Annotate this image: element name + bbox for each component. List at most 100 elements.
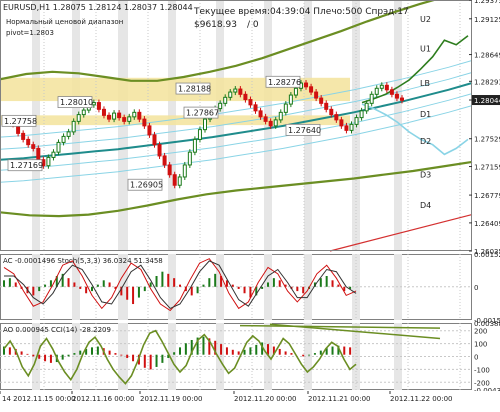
cci-line bbox=[3, 329, 357, 385]
candle-body bbox=[314, 91, 319, 99]
price-tick-label: 1.28293 bbox=[474, 78, 500, 86]
candle-body bbox=[187, 151, 192, 166]
candle-body bbox=[293, 87, 298, 96]
ao-tick-label: 100 bbox=[474, 341, 487, 349]
candle-body bbox=[248, 99, 253, 106]
candle-body bbox=[228, 91, 233, 98]
pivot-level-label: D1 bbox=[420, 110, 431, 119]
candle-body bbox=[400, 97, 404, 101]
session-stripe bbox=[168, 0, 176, 251]
candle-body bbox=[203, 118, 207, 131]
price-tick-label: 1.26409 bbox=[474, 220, 500, 228]
ac-tick-label: 0.00152 bbox=[474, 251, 500, 259]
candle-body bbox=[283, 103, 288, 113]
ac-tick-label: 0 bbox=[474, 284, 478, 292]
candle-body bbox=[76, 114, 81, 122]
candle-body bbox=[157, 144, 162, 157]
candle-body bbox=[197, 129, 202, 140]
candle-body bbox=[132, 111, 137, 118]
candle-body bbox=[319, 97, 324, 104]
ao-tick-label: 200 bbox=[474, 328, 487, 336]
candle-body bbox=[379, 84, 384, 89]
time-tick-label: 2012.11.16 00:00 bbox=[72, 395, 134, 403]
candle-body bbox=[334, 114, 339, 121]
candle-body bbox=[384, 84, 389, 91]
candle-body bbox=[56, 141, 61, 153]
candle-body bbox=[112, 112, 117, 120]
candle-body bbox=[101, 108, 106, 116]
candle-body bbox=[304, 82, 309, 88]
status-time: Текущее время:04:39:04 Плечо:500 Спрэд:1… bbox=[193, 7, 409, 17]
candle-body bbox=[162, 155, 167, 166]
candle-body bbox=[238, 88, 243, 95]
price-tick-label: 1.27529 bbox=[474, 136, 500, 144]
candle-body bbox=[339, 119, 344, 127]
candle-body bbox=[167, 164, 172, 176]
price-annotation-label: 1.27867 bbox=[186, 109, 219, 118]
candle-body bbox=[218, 102, 223, 110]
candle-body bbox=[309, 86, 314, 93]
candle-body bbox=[268, 120, 273, 127]
candle-body bbox=[329, 108, 334, 116]
candle-body bbox=[253, 104, 258, 112]
candle-body bbox=[369, 93, 374, 104]
candle-body bbox=[258, 110, 263, 118]
price-annotation-label: 1.27758 bbox=[4, 117, 37, 126]
candle-body bbox=[152, 134, 157, 146]
pivot-level-label: LB bbox=[420, 79, 430, 88]
candle-body bbox=[394, 93, 399, 99]
candle-body bbox=[359, 110, 364, 119]
candle-body bbox=[127, 116, 132, 122]
candle-body bbox=[354, 117, 359, 125]
pivot-label: pivot=1.2803 bbox=[6, 29, 54, 37]
candle-body bbox=[223, 96, 228, 104]
ao-tick-label: 0 bbox=[474, 354, 478, 362]
price-annotation-label: 1.27640 bbox=[288, 126, 321, 135]
candle-body bbox=[288, 94, 293, 105]
candle-body bbox=[51, 151, 56, 158]
ao-cci-title: AO 0.000945 CCI(14) -28.2209 bbox=[3, 326, 111, 334]
candle-body bbox=[117, 112, 122, 119]
price-annotation-label: 1.28010 bbox=[60, 98, 93, 107]
candle-body bbox=[349, 123, 354, 131]
candle-body bbox=[263, 116, 268, 122]
candle-body bbox=[107, 114, 112, 120]
candle-body bbox=[21, 132, 26, 140]
account-balance: $9618.93 bbox=[194, 20, 237, 30]
time-tick-label: 2012.11.22 00:00 bbox=[390, 395, 452, 403]
candle-body bbox=[147, 125, 152, 136]
candle-body bbox=[26, 138, 31, 146]
candle-body bbox=[122, 117, 127, 122]
candle-body bbox=[71, 120, 76, 133]
candle-body bbox=[36, 147, 41, 161]
indicator-title: Нормальный ценовой диапазон bbox=[6, 18, 123, 26]
ao-tick-label: -100 bbox=[474, 366, 490, 374]
candle-body bbox=[177, 176, 182, 186]
candle-body bbox=[182, 164, 187, 178]
candle-body bbox=[142, 118, 147, 127]
price-tick-label: 1.26779 bbox=[474, 192, 500, 200]
time-tick-label: 2012.11.19 00:00 bbox=[140, 395, 202, 403]
chart-window: 1.27758 1.28010 1.27169 1.28188 1.27867 1.282… bbox=[0, 0, 500, 408]
time-tick-label: 2012.11.20 00:00 bbox=[234, 395, 296, 403]
price-annotation-label: 1.28188 bbox=[178, 85, 211, 94]
candle-body bbox=[61, 135, 66, 143]
candle-body bbox=[46, 156, 51, 167]
chart-canvas: 1.27758 1.28010 1.27169 1.28188 1.27867 1.282… bbox=[0, 0, 500, 408]
candle-body bbox=[364, 102, 369, 112]
time-tick-label: 14 2012.11.15 00:00 bbox=[2, 395, 76, 403]
price-tick-label: 1.28649 bbox=[474, 52, 500, 60]
time-tick-label: 2012.11.21 00:00 bbox=[308, 395, 370, 403]
ac-stoch-title: AC -0.0001496 Stoch(5,3,3) 36.0324 51.34… bbox=[3, 257, 163, 265]
price-annotation-label: 1.28276 bbox=[268, 78, 301, 87]
symbol-header: EURUSD,H1 1.28075 1.28124 1.28037 1.2804… bbox=[3, 3, 193, 12]
zero-indicator: / 0 bbox=[247, 20, 259, 30]
candle-body bbox=[344, 125, 349, 131]
price-tick-label: 1.29125 bbox=[474, 16, 500, 24]
candle-body bbox=[66, 131, 71, 137]
candle-body bbox=[389, 89, 394, 95]
price-annotation-label: 1.26905 bbox=[130, 181, 163, 190]
candle-body bbox=[81, 109, 86, 116]
candle-body bbox=[192, 138, 197, 153]
candle-body bbox=[137, 111, 142, 120]
